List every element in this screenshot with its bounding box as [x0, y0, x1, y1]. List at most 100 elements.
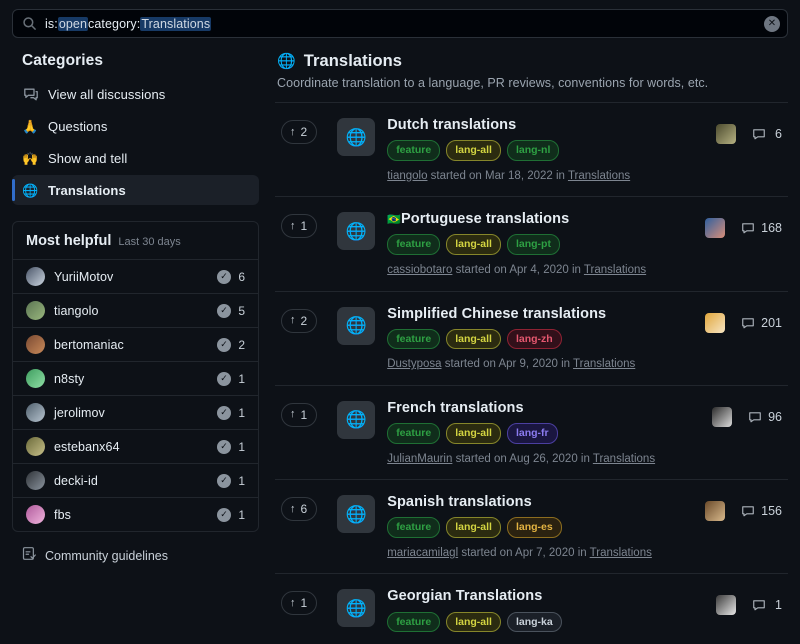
discussion-row[interactable]: ↑ 1 🌐 French translations feature lang-all lan… [275, 386, 788, 481]
upvote-button[interactable]: ↑ 1 [281, 402, 318, 427]
label-lang-all[interactable]: lang-all [446, 328, 501, 350]
most-helpful-row[interactable]: jerolimov ✓ 1 [13, 395, 258, 429]
discussion-author[interactable]: Dustyposa [387, 358, 441, 370]
discussion-title[interactable]: Dutch translations [387, 116, 708, 134]
discussion-row[interactable]: ↑ 2 🌐 Dutch translations feature lang-all lang… [275, 103, 788, 198]
helper-username[interactable]: tiangolo [54, 304, 208, 318]
discussion-globe-icon: 🌐 [337, 212, 376, 251]
sidebar-item-view-all-discussions[interactable]: View all discussions [12, 79, 259, 109]
discussion-globe-icon: 🌐 [337, 306, 376, 345]
discussion-row[interactable]: ↑ 1 🌐 🇧🇷Portuguese translations feature lang-… [275, 197, 788, 292]
label-feature[interactable]: feature [387, 140, 441, 161]
label-lang-ka[interactable]: lang-ka [506, 611, 562, 633]
label-lang-es[interactable]: lang-es [506, 517, 562, 538]
search-input[interactable]: is: open category: Translations ✕ [12, 9, 788, 38]
discussion-author[interactable]: JulianMaurin [387, 453, 452, 465]
answered-check-icon: ✓ [217, 473, 231, 488]
comment-count-group[interactable]: 201 [741, 316, 782, 330]
comment-count-group[interactable]: 168 [741, 221, 782, 235]
label-lang-zh[interactable]: lang-zh [506, 328, 562, 350]
discussion-category-link[interactable]: Translations [573, 358, 635, 370]
discussion-title[interactable]: 🇧🇷Portuguese translations [387, 210, 697, 228]
most-helpful-row[interactable]: fbs ✓ 1 [13, 497, 258, 531]
most-helpful-row[interactable]: decki-id ✓ 1 [13, 463, 258, 497]
helper-username[interactable]: n8sty [54, 372, 208, 386]
discussion-meta: Dustyposa started on Apr 9, 2020 in Tran… [387, 356, 697, 373]
community-guidelines-link[interactable]: Community guidelines [12, 532, 259, 566]
upvote-button[interactable]: ↑ 2 [281, 308, 318, 333]
label-feature[interactable]: feature [387, 423, 441, 444]
clear-search-icon[interactable]: ✕ [764, 15, 780, 32]
comment-count-group[interactable]: 1 [752, 598, 782, 612]
label-lang-all[interactable]: lang-all [446, 234, 501, 255]
comment-count-group[interactable]: 96 [748, 410, 782, 424]
discussion-author[interactable]: cassiobotaro [387, 264, 452, 276]
label-lang-nl[interactable]: lang-nl [506, 140, 560, 161]
discussion-date: Mar 18, 2022 [485, 169, 553, 182]
comment-count-group[interactable]: 6 [752, 127, 782, 141]
avatar [26, 403, 45, 422]
avatar[interactable] [716, 595, 736, 616]
helper-username[interactable]: jerolimov [54, 406, 208, 420]
label-feature[interactable]: feature [387, 234, 441, 255]
comment-count-group[interactable]: 156 [741, 504, 782, 518]
avatar[interactable] [712, 406, 733, 427]
helper-username[interactable]: estebanx64 [54, 440, 208, 454]
sidebar-item-questions[interactable]: 🙏 Questions [12, 111, 259, 141]
discussion-meta: mariacamilagl started on Apr 7, 2020 in … [387, 545, 697, 562]
upvote-button[interactable]: ↑ 1 [281, 214, 318, 239]
avatar[interactable] [705, 218, 726, 239]
helper-answer-count: 1 [238, 473, 245, 488]
discussion-meta: JulianMaurin started on Aug 26, 2020 in … [387, 451, 704, 468]
avatar [26, 335, 45, 354]
discussion-category-link[interactable]: Translations [593, 453, 655, 465]
sidebar-item-show-and-tell[interactable]: 🙌 Show and tell [12, 143, 259, 173]
discussion-row[interactable]: ↑ 1 🌐 Georgian Translations feature lang-all l… [275, 574, 788, 644]
main-content: 🌐 Translations Coordinate translation to… [259, 52, 788, 644]
helper-username[interactable]: YuriiMotov [54, 270, 208, 284]
discussion-title[interactable]: Simplified Chinese translations [387, 305, 697, 323]
label-lang-all[interactable]: lang-all [446, 140, 501, 161]
discussion-author[interactable]: mariacamilagl [387, 547, 458, 559]
label-list: feature lang-all lang-zh [387, 328, 697, 350]
upvote-button[interactable]: ↑ 6 [281, 497, 318, 522]
discussion-title[interactable]: Georgian Translations [387, 587, 708, 605]
helper-username[interactable]: decki-id [54, 474, 208, 488]
helper-username[interactable]: fbs [54, 508, 208, 522]
answered-check-icon: ✓ [217, 507, 231, 522]
label-lang-all[interactable]: lang-all [446, 423, 501, 444]
discussion-category-link[interactable]: Translations [568, 170, 630, 182]
discussion-date: Apr 4, 2020 [509, 263, 569, 276]
label-feature[interactable]: feature [387, 328, 441, 350]
discussion-author[interactable]: tiangolo [387, 170, 427, 182]
discussion-row[interactable]: ↑ 2 🌐 Simplified Chinese translations featur… [275, 292, 788, 386]
meta-started-text: started on [458, 546, 516, 559]
discussion-row[interactable]: ↑ 6 🌐 Spanish translations feature lang-all la… [275, 480, 788, 575]
most-helpful-row[interactable]: estebanx64 ✓ 1 [13, 429, 258, 463]
most-helpful-row[interactable]: tiangolo ✓ 5 [13, 293, 258, 327]
label-lang-pt[interactable]: lang-pt [506, 234, 560, 255]
upvote-button[interactable]: ↑ 1 [281, 591, 318, 616]
discussion-body: 🇧🇷Portuguese translations feature lang-all… [387, 210, 705, 278]
most-helpful-row[interactable]: n8sty ✓ 1 [13, 361, 258, 395]
avatar[interactable] [705, 501, 726, 522]
label-lang-all[interactable]: lang-all [446, 611, 501, 633]
upvote-count: 6 [300, 502, 308, 517]
most-helpful-row[interactable]: YuriiMotov ✓ 6 [13, 259, 258, 293]
discussion-category-link[interactable]: Translations [590, 547, 652, 559]
discussion-category-link[interactable]: Translations [584, 264, 646, 276]
avatar[interactable] [716, 124, 736, 144]
avatar[interactable] [705, 312, 726, 333]
label-feature[interactable]: feature [387, 611, 441, 633]
label-feature[interactable]: feature [387, 517, 441, 538]
upvote-button[interactable]: ↑ 2 [281, 120, 318, 144]
meta-in-text: in [568, 263, 584, 276]
most-helpful-row[interactable]: bertomaniac ✓ 2 [13, 327, 258, 361]
discussion-title[interactable]: Spanish translations [387, 493, 697, 511]
helper-username[interactable]: bertomaniac [54, 338, 208, 352]
discussion-title[interactable]: French translations [387, 399, 704, 417]
category-list: View all discussions 🙏 Questions 🙌 Show and … [12, 79, 259, 205]
label-lang-all[interactable]: lang-all [446, 517, 501, 538]
sidebar-item-translations[interactable]: 🌐 Translations [12, 175, 259, 205]
label-lang-fr[interactable]: lang-fr [506, 423, 558, 444]
